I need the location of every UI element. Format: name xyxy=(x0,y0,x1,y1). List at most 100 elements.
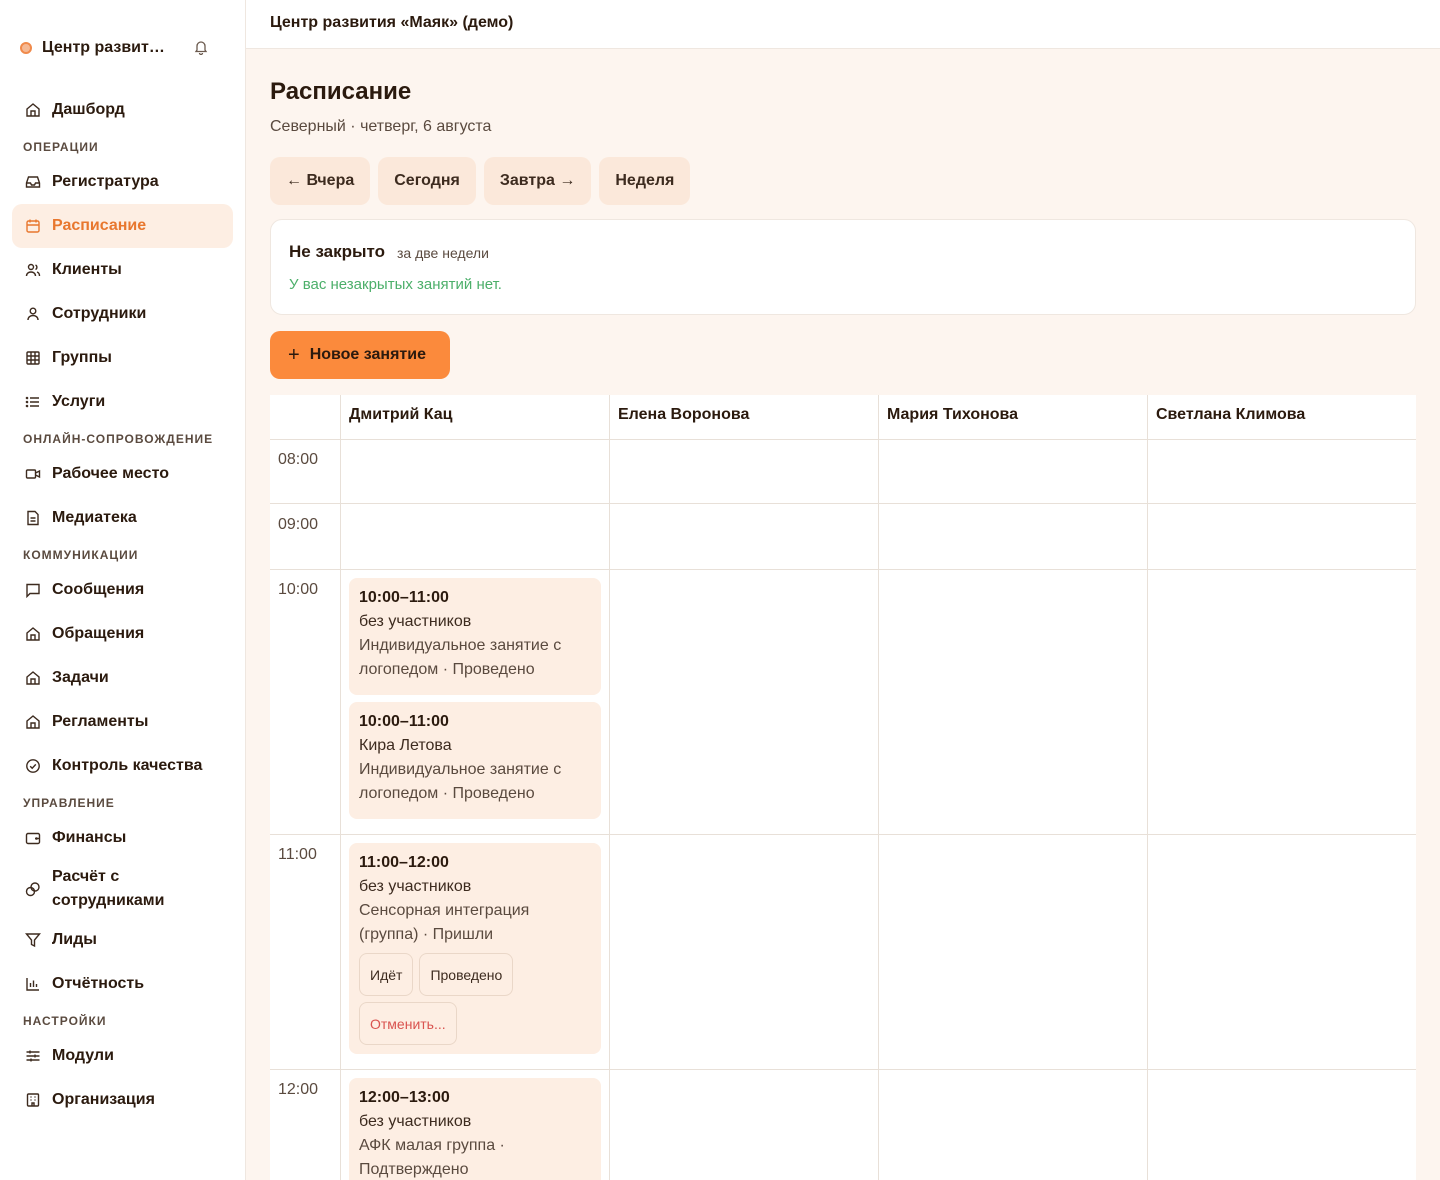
sidebar-item-payroll[interactable]: Расчёт с сотрудниками xyxy=(12,860,233,918)
lesson-description: Индивидуальное занятие с логопедом · Про… xyxy=(359,761,562,802)
time-label: 12:00 xyxy=(278,1081,319,1098)
lesson-card[interactable]: 12:00–13:00 без участников АФК малая гру… xyxy=(349,1078,601,1180)
next-day-button[interactable]: Завтра → xyxy=(483,157,592,205)
time-label: 08:00 xyxy=(278,451,319,468)
lesson-time: 10:00–11:00 xyxy=(359,589,449,606)
time-label: 09:00 xyxy=(278,516,319,533)
org-title: Центр развития «Маяк» (демо) xyxy=(270,14,514,31)
sidebar-item-tasks[interactable]: Задачи xyxy=(12,656,233,700)
day-navigation: ← Вчера Сегодня Завтра → Неделя xyxy=(270,157,691,205)
lesson-client: без участников xyxy=(359,1113,472,1130)
coins-icon xyxy=(24,881,41,898)
message-icon xyxy=(24,582,41,599)
home-icon xyxy=(24,102,41,119)
video-icon xyxy=(24,466,41,483)
sidebar-item-modules[interactable]: Модули xyxy=(12,1034,233,1078)
unclosed-period: за две недели xyxy=(397,245,489,261)
sidebar-item-media[interactable]: Медиатека xyxy=(12,496,233,540)
sidebar-item-schedule[interactable]: Расписание xyxy=(12,204,233,248)
mark-ongoing-button[interactable]: Идёт xyxy=(359,953,414,996)
staff-column-header[interactable]: Мария Тихонова xyxy=(878,395,1147,439)
sidebar-item-staff[interactable]: Сотрудники xyxy=(12,292,233,336)
row-divider xyxy=(270,569,1416,570)
lesson-time: 11:00–12:00 xyxy=(359,854,449,871)
page-subtitle: Северный · четверг, 6 августа xyxy=(270,118,492,135)
lesson-client: без участников xyxy=(359,878,472,895)
sidebar-item-label: Организация xyxy=(52,1091,155,1108)
topbar: Центр развития «Маяк» (демо) xyxy=(246,0,1440,49)
plus-icon: + xyxy=(288,343,300,366)
sidebar-item-services[interactable]: Услуги xyxy=(12,380,233,424)
sidebar-item-quality[interactable]: Контроль качества xyxy=(12,744,233,788)
sidebar-item-leads[interactable]: Лиды xyxy=(12,918,233,962)
sidebar-item-label: Группы xyxy=(52,349,112,366)
sidebar-item-label: Расчёт с сотрудниками xyxy=(52,868,165,909)
home-icon xyxy=(24,670,41,687)
lesson-description: Сенсорная интеграция (группа) · Пришли xyxy=(359,902,530,943)
week-view-button[interactable]: Неделя xyxy=(599,157,691,205)
sidebar-item-label: Дашборд xyxy=(52,101,125,118)
lesson-status-actions: Идёт Проведено xyxy=(359,953,591,996)
sidebar-item-label: Контроль качества xyxy=(52,757,203,774)
sliders-icon xyxy=(24,1048,41,1065)
sidebar-item-requests[interactable]: Обращения xyxy=(12,612,233,656)
prev-day-button[interactable]: ← Вчера xyxy=(270,157,371,205)
lesson-client: Кира Летова xyxy=(359,737,452,754)
sidebar-item-messages[interactable]: Сообщения xyxy=(12,568,233,612)
sidebar-item-label: Медиатека xyxy=(52,509,137,526)
staff-column-header[interactable]: Светлана Климова xyxy=(1147,395,1416,439)
sidebar-item-label: Расписание xyxy=(52,217,147,234)
sidebar-nav: Дашборд Операции Регистратура Расписание… xyxy=(12,88,233,1122)
brand-name: Центр развития «Маяк» (демо) xyxy=(42,39,172,56)
brand-logo xyxy=(20,42,32,54)
sidebar-item-label: Сотрудники xyxy=(52,305,147,322)
sidebar-section-management: Управление xyxy=(23,796,115,810)
unclosed-message: У вас незакрытых занятий нет. xyxy=(289,276,502,293)
schedule-header: Дмитрий Кац Елена Воронова Мария Тихонов… xyxy=(270,395,1416,440)
time-label: 10:00 xyxy=(278,581,319,598)
lesson-time: 10:00–11:00 xyxy=(359,713,449,730)
staff-column-header[interactable]: Дмитрий Кац xyxy=(340,395,609,439)
sidebar-item-label: Регистратура xyxy=(52,173,159,190)
cancel-lesson-button[interactable]: Отменить... xyxy=(359,1002,457,1045)
lesson-time: 12:00–13:00 xyxy=(359,1089,450,1106)
grid-icon xyxy=(24,350,41,367)
sidebar-item-label: Рабочее место xyxy=(52,465,169,482)
sidebar-item-regulations[interactable]: Регламенты xyxy=(12,700,233,744)
sidebar-item-label: Отчётность xyxy=(52,975,145,992)
list-icon xyxy=(24,394,41,411)
sidebar-item-label: Лиды xyxy=(52,931,97,948)
lesson-card[interactable]: 11:00–12:00 без участников Сенсорная инт… xyxy=(349,843,601,1054)
sidebar-item-dashboard[interactable]: Дашборд xyxy=(12,88,233,132)
check-circle-icon xyxy=(24,758,41,775)
sidebar-item-workspace[interactable]: Рабочее место xyxy=(12,452,233,496)
sidebar-section-online: Онлайн-сопровождение xyxy=(23,432,214,446)
sidebar-item-label: Задачи xyxy=(52,669,109,686)
today-button[interactable]: Сегодня xyxy=(378,157,476,205)
page-title: Расписание xyxy=(270,78,412,105)
staff-column-header[interactable]: Елена Воронова xyxy=(609,395,878,439)
new-lesson-button[interactable]: + Новое занятие xyxy=(270,331,450,379)
sidebar-item-reception[interactable]: Регистратура xyxy=(12,160,233,204)
sidebar-item-reports[interactable]: Отчётность xyxy=(12,962,233,1006)
users-icon xyxy=(24,262,41,279)
schedule-grid: Дмитрий Кац Елена Воронова Мария Тихонов… xyxy=(270,395,1416,1180)
sidebar-item-finance[interactable]: Финансы xyxy=(12,816,233,860)
home-icon xyxy=(24,626,41,643)
lesson-card[interactable]: 10:00–11:00 без участников Индивидуально… xyxy=(349,578,601,695)
mark-done-button[interactable]: Проведено xyxy=(419,953,514,996)
lesson-description: АФК малая группа · Подтверждено xyxy=(359,1137,505,1178)
lesson-client: без участников xyxy=(359,613,472,630)
inbox-icon xyxy=(24,174,41,191)
filter-icon xyxy=(24,932,41,949)
sidebar-item-groups[interactable]: Группы xyxy=(12,336,233,380)
user-icon xyxy=(24,306,41,323)
sidebar-item-label: Обращения xyxy=(52,625,145,642)
sidebar-item-organization[interactable]: Организация xyxy=(12,1078,233,1122)
sidebar-item-label: Клиенты xyxy=(52,261,122,278)
brand[interactable]: Центр развития «Маяк» (демо) xyxy=(20,36,220,60)
bell-icon[interactable] xyxy=(192,38,210,56)
lesson-card[interactable]: 10:00–11:00 Кира Летова Индивидуальное з… xyxy=(349,702,601,819)
sidebar-section-communications: Коммуникации xyxy=(23,548,139,562)
sidebar-item-clients[interactable]: Клиенты xyxy=(12,248,233,292)
